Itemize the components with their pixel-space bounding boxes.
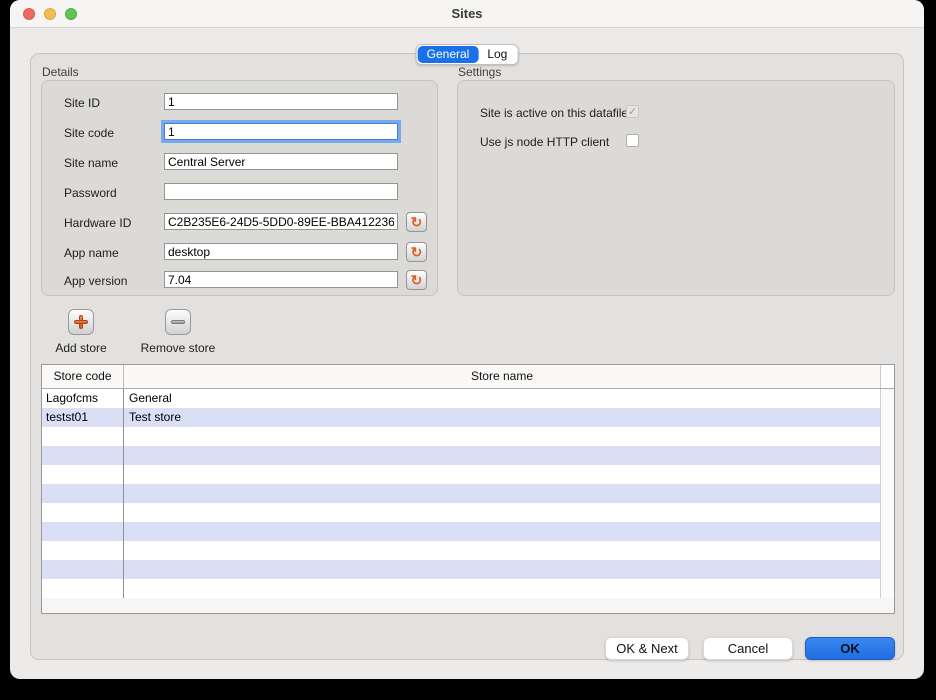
table-row-empty [42,579,880,598]
cell-store-name [124,522,880,541]
input-hardware-id[interactable] [164,213,398,230]
close-button[interactable] [23,8,35,20]
table-row-empty [42,446,880,465]
table-row-empty [42,503,880,522]
titlebar: Sites [10,0,924,28]
refresh-button-app-name[interactable]: ↻ [406,242,427,262]
cell-store-name [124,427,880,446]
input-app-version[interactable] [164,271,398,288]
refresh-button-app-version[interactable]: ↻ [406,270,427,290]
checkbox-label-use-js-node-http-client: Use js node HTTP client [480,135,609,149]
cell-store-code: Lagofcms [42,389,124,408]
table-row-testst01[interactable]: testst01Test store [42,408,880,427]
scroll-corner [880,365,894,388]
content-panel: Details Site ID Site code Site name Passwor… [30,53,904,660]
store-table-header: Store code Store name [42,365,894,389]
table-row-lagofcms[interactable]: LagofcmsGeneral [42,389,880,408]
field-label-hardware-id: Hardware ID [64,216,131,230]
cell-store-code [42,522,124,541]
store-table: Store code Store name LagofcmsGeneraltes… [41,364,895,614]
remove-store-button[interactable] [165,309,191,335]
refresh-button-hardware-id[interactable]: ↻ [406,212,427,232]
cell-store-name [124,446,880,465]
details-group: Details Site IDSite codeSite namePasswor… [41,80,438,296]
cell-store-name [124,503,880,522]
sites-window: Sites General Log Details Site ID Site co… [10,0,924,679]
cell-store-code [42,503,124,522]
settings-group: Settings Site is active on this datafile… [457,80,895,296]
table-row-empty [42,560,880,579]
cell-store-name [124,560,880,579]
table-row-empty [42,541,880,560]
field-label-app-name: App name [64,246,119,260]
field-label-site-id: Site ID [64,96,100,110]
ok-next-button[interactable]: OK & Next [605,637,689,660]
cell-store-code [42,579,124,598]
input-site-code[interactable] [164,123,398,140]
field-label-app-version: App version [64,274,127,288]
store-table-body: LagofcmsGeneraltestst01Test store [42,389,894,598]
field-label-site-name: Site name [64,156,118,170]
table-row-empty [42,427,880,446]
vertical-scrollbar[interactable] [880,389,894,598]
checkbox-label-site-is-active-on-this-datafile: Site is active on this datafile [480,106,628,120]
input-password[interactable] [164,183,398,200]
cell-store-code [42,541,124,560]
cell-store-code [42,427,124,446]
input-app-name[interactable] [164,243,398,260]
checkbox-use-js-node-http-client[interactable] [626,134,639,147]
table-row-empty [42,522,880,541]
table-row-empty [42,484,880,503]
cell-store-name [124,465,880,484]
cell-store-code [42,465,124,484]
add-store-label: Add store [43,341,119,355]
minus-icon [171,320,185,324]
cell-store-code: testst01 [42,408,124,427]
cell-store-name [124,579,880,598]
cell-store-name [124,541,880,560]
cell-store-name [124,484,880,503]
tab-log[interactable]: Log [478,46,516,63]
checkbox-site-is-active-on-this-datafile: ✓ [626,105,639,118]
field-label-password: Password [64,186,117,200]
window-title: Sites [10,0,924,28]
cancel-button[interactable]: Cancel [703,637,793,660]
field-label-site-code: Site code [64,126,114,140]
cell-store-name: General [124,389,880,408]
minimize-button[interactable] [44,8,56,20]
column-header-store-name[interactable]: Store name [124,365,880,388]
cell-store-name: Test store [124,408,880,427]
zoom-button[interactable] [65,8,77,20]
ok-button[interactable]: OK [805,637,895,660]
input-site-id[interactable] [164,93,398,110]
cell-store-code [42,560,124,579]
column-header-store-code[interactable]: Store code [42,365,124,388]
remove-store-label: Remove store [135,341,221,355]
cell-store-code [42,446,124,465]
tab-bar: General Log [416,44,519,65]
input-site-name[interactable] [164,153,398,170]
tab-general[interactable]: General [418,46,479,63]
add-store-button[interactable] [68,309,94,335]
settings-section-label: Settings [458,65,501,79]
table-row-empty [42,465,880,484]
cell-store-code [42,484,124,503]
details-section-label: Details [42,65,79,79]
